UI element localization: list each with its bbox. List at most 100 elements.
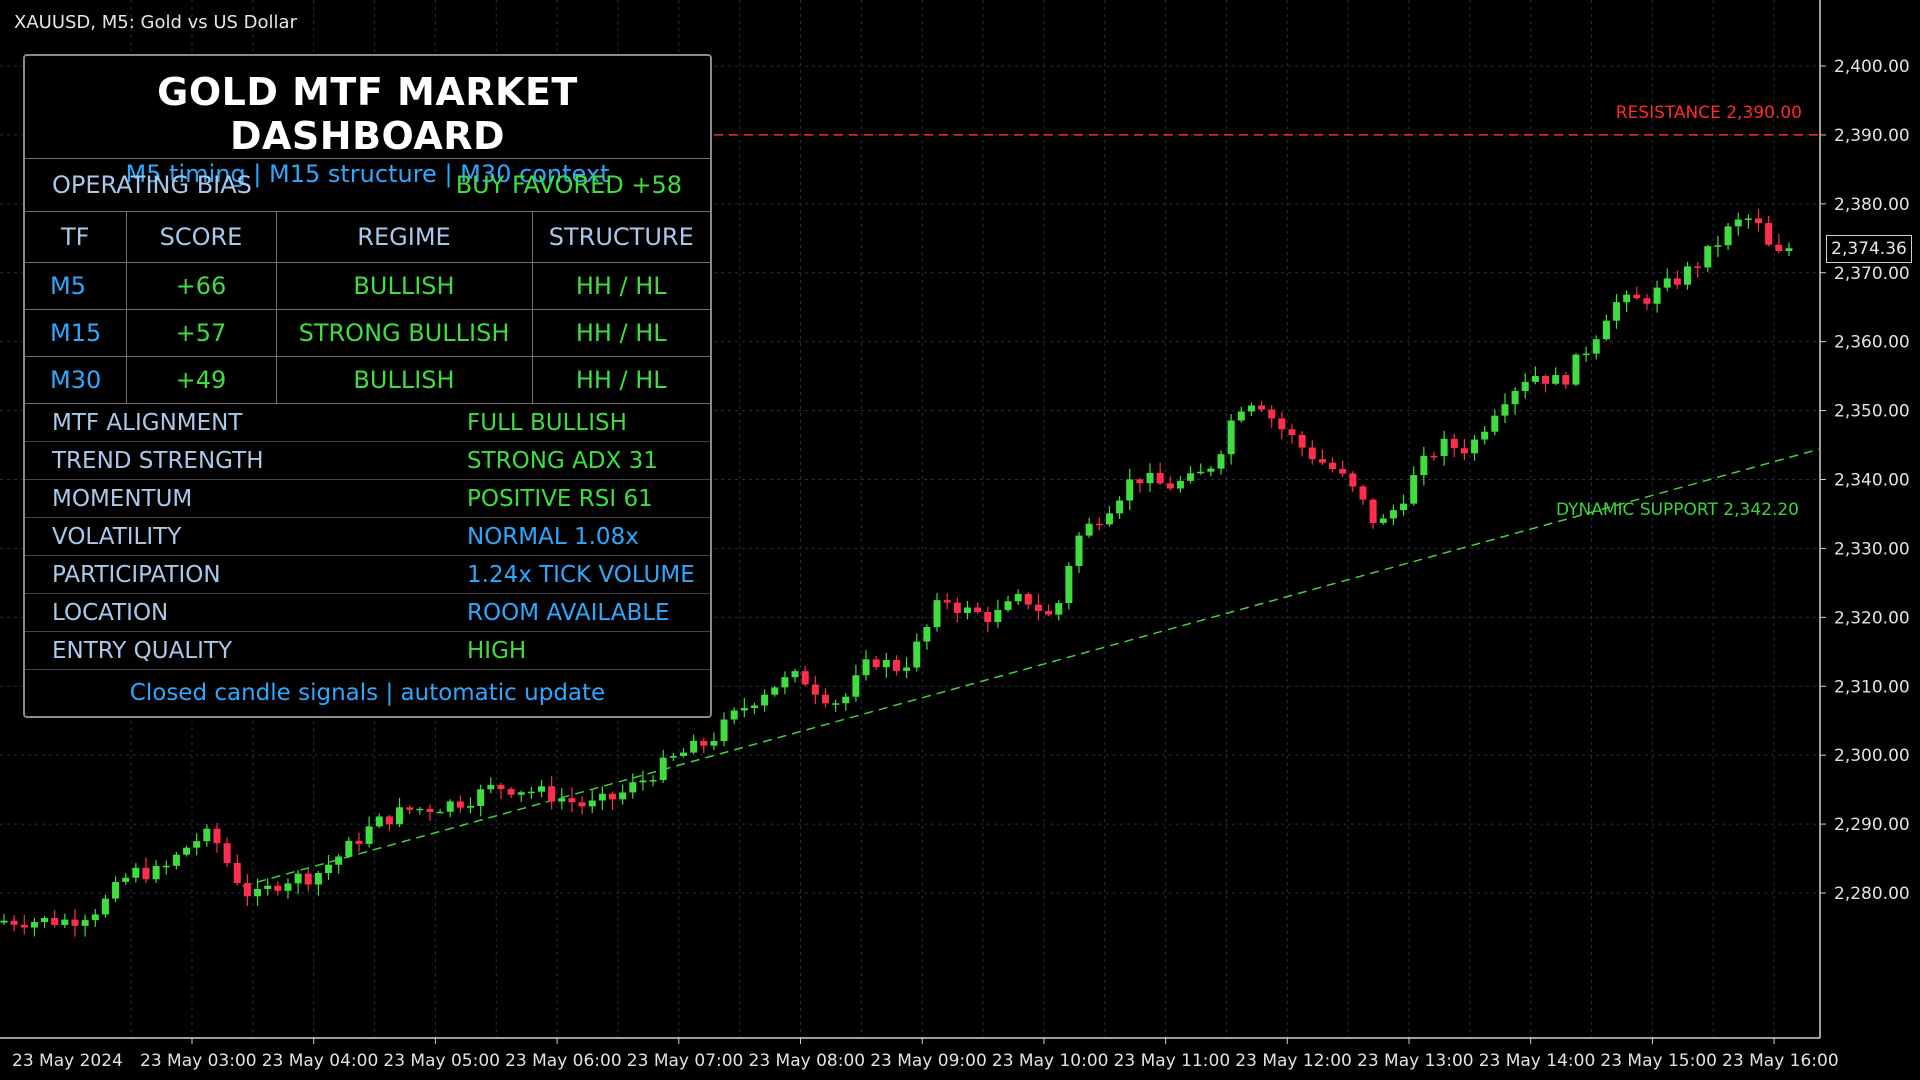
list-item: PARTICIPATION 1.24x TICK VOLUME [25,556,710,594]
candle-body [30,922,38,928]
metric-label: MTF ALIGNMENT [52,409,243,436]
candle-body [943,600,951,603]
candle-body [1734,219,1742,227]
y-tick-label: 2,370.00 [1834,264,1910,284]
candle-body [1491,415,1499,432]
candle-body [365,826,373,844]
candle-body [254,888,262,897]
candle-body [892,660,900,671]
x-tick-label: 23 May 13:00 [1357,1051,1474,1071]
candle-body [314,873,322,885]
x-tick-label: 23 May 07:00 [627,1051,744,1071]
candle-body [1288,429,1296,435]
candle-body [1521,381,1529,391]
candle-body [172,854,180,866]
score-cell: +66 [126,262,277,310]
x-tick-label: 23 May 06:00 [505,1051,622,1071]
candle-body [0,920,8,923]
candle-body [1471,439,1479,454]
candle-body [649,780,657,782]
regime-cell: BULLISH [276,356,533,404]
candle-body [1136,479,1144,484]
candle-body [304,873,312,885]
candle-body [183,847,191,855]
candle-body [832,703,840,705]
candle-body [1724,226,1732,246]
candle-body [933,600,941,628]
candle-body [1349,473,1357,487]
x-tick-label: 23 May 11:00 [1114,1051,1231,1071]
candle-body [325,864,333,874]
candle-body [659,757,667,781]
candle-body [1065,565,1073,604]
candle-body [984,611,992,623]
candle-body [112,881,120,899]
candle-body [619,792,627,800]
candle-body [1481,431,1489,440]
candle-body [761,694,769,706]
candle-body [588,800,596,807]
candle-body [385,816,393,825]
candle-body [1694,266,1702,268]
candle-body [1400,503,1408,511]
candle-body [264,885,272,889]
x-tick-label: 23 May 15:00 [1600,1051,1717,1071]
metric-value: STRONG ADX 31 [467,447,658,474]
candle-body [41,917,49,923]
y-tick-label: 2,280.00 [1834,884,1910,904]
candle-body [1562,375,1570,385]
candle-body [923,627,931,642]
candle-body [1247,405,1255,412]
y-tick-label: 2,390.00 [1834,126,1910,146]
candle-body [1105,513,1113,525]
metric-label: LOCATION [52,599,169,626]
candle-body [91,914,99,921]
candle-body [477,789,485,806]
dashboard-header: GOLD MTF MARKET DASHBOARD M5 timing | M1… [25,56,710,188]
candle-body [132,867,140,878]
metric-value: POSITIVE RSI 61 [467,485,653,512]
x-tick-label: 23 May 08:00 [749,1051,866,1071]
x-tick-label: 23 May 09:00 [870,1051,987,1071]
metric-value: NORMAL 1.08x [467,523,639,550]
table-row: M15 +57 STRONG BULLISH HH / HL [25,309,710,357]
candle-body [1389,510,1397,519]
candle-body [690,740,698,753]
candle-body [1501,404,1509,416]
candle-body [862,659,870,676]
metric-value: ROOM AVAILABLE [467,599,670,626]
candle-body [284,883,292,891]
candle-body [1653,287,1661,304]
candle-body [233,862,241,884]
candle-body [720,719,728,742]
table-row: M30 +49 BULLISH HH / HL [25,356,710,404]
x-tick-label: 23 May 12:00 [1235,1051,1352,1071]
candle-body [497,785,505,790]
candle-body [1004,601,1012,610]
candle-body [1744,218,1752,220]
metric-label: VOLATILITY [52,523,182,550]
candle-body [730,710,738,720]
candle-body [152,865,160,880]
candle-body [396,807,404,825]
dashboard-footer: Closed candle signals | automatic update [129,680,606,706]
chart-window[interactable]: 2,400.00 2,390.00 2,380.00 2,370.00 2,360.00… [0,0,1920,1080]
candle-body [1055,603,1063,615]
score-cell: +57 [126,309,277,357]
candle-body [1207,468,1215,472]
tf-cell: M30 [25,356,127,404]
x-tick-label: 23 May 05:00 [383,1051,500,1071]
metric-value: FULL BULLISH [467,409,627,436]
list-item: TREND STRENGTH STRONG ADX 31 [25,442,710,480]
candle-body [1765,223,1773,245]
candle-body [1552,375,1560,384]
candle-body [81,920,89,926]
table-row: M5 +66 BULLISH HH / HL [25,262,710,310]
dashboard-title: GOLD MTF MARKET DASHBOARD [157,70,578,158]
candle-body [1197,471,1205,474]
candle-body [1410,475,1418,504]
candle-body [1440,438,1448,457]
candle-body [1116,500,1124,514]
candle-body [974,607,982,612]
candle-body [882,660,890,668]
